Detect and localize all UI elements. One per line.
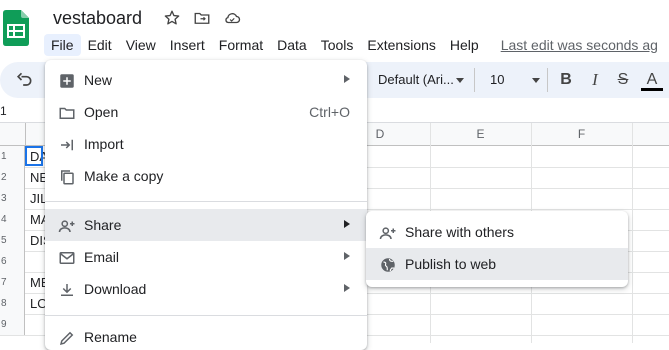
- plus-box-icon: [60, 74, 74, 88]
- sheets-logo-icon[interactable]: [3, 10, 29, 46]
- undo-icon[interactable]: [14, 70, 34, 90]
- last-edit-link[interactable]: Last edit was seconds ag: [501, 37, 658, 53]
- font-family-select[interactable]: Default (Ari...: [378, 72, 454, 87]
- menu-item-share-with-others[interactable]: Share with others: [366, 216, 628, 248]
- cell-a8[interactable]: LO: [30, 296, 45, 311]
- document-title[interactable]: vestaboard: [53, 8, 142, 29]
- row-header[interactable]: 1: [0, 146, 25, 167]
- cell-a4[interactable]: MA: [30, 212, 45, 227]
- menu-item-share[interactable]: Share: [45, 209, 367, 241]
- globe-icon: [381, 258, 395, 272]
- row-header[interactable]: 8: [0, 293, 25, 314]
- row-header[interactable]: 4: [0, 209, 25, 230]
- column-header-f[interactable]: F: [531, 123, 632, 145]
- menu-file[interactable]: File: [44, 34, 81, 56]
- copy-icon: [61, 170, 74, 185]
- mail-icon: [59, 252, 75, 264]
- text-color-swatch: [641, 88, 663, 91]
- menu-help[interactable]: Help: [443, 34, 486, 56]
- row-header[interactable]: 3: [0, 188, 25, 209]
- menu-view[interactable]: View: [119, 34, 163, 56]
- menu-divider: [45, 315, 367, 316]
- person-add-icon: [379, 227, 396, 240]
- cell-a5[interactable]: DIS: [30, 233, 45, 248]
- row-header[interactable]: 5: [0, 230, 25, 251]
- cell-a3[interactable]: JIL: [30, 191, 45, 206]
- menu-bar: File Edit View Insert Format Data Tools …: [44, 34, 658, 56]
- font-size-select[interactable]: 10: [490, 72, 504, 87]
- menu-item-label: Share with others: [405, 224, 514, 240]
- menu-edit[interactable]: Edit: [81, 34, 119, 56]
- menu-item-email[interactable]: Email: [45, 241, 367, 273]
- row-header[interactable]: 6: [0, 251, 25, 272]
- menu-item-rename[interactable]: Rename: [45, 321, 367, 350]
- menu-data[interactable]: Data: [270, 34, 314, 56]
- menu-item-label: Make a copy: [84, 168, 164, 184]
- file-menu: New Open Ctrl+O Import Make a copy Share…: [45, 60, 367, 350]
- submenu-arrow-icon: [344, 220, 350, 228]
- menu-item-label: Share: [84, 217, 122, 233]
- text-color-button[interactable]: A: [643, 70, 661, 90]
- menu-item-import[interactable]: Import: [45, 128, 367, 160]
- cell-a2[interactable]: NE: [30, 170, 45, 185]
- menu-item-label: Download: [84, 281, 147, 297]
- import-icon: [61, 139, 73, 151]
- folder-icon: [59, 107, 75, 119]
- menu-item-label: Publish to web: [405, 256, 497, 272]
- font-dropdown-arrow-icon[interactable]: [456, 78, 464, 83]
- column-gridline: [632, 123, 633, 343]
- move-folder-icon[interactable]: [193, 9, 211, 27]
- share-submenu: Share with others Publish to web: [366, 211, 628, 287]
- menu-format[interactable]: Format: [212, 34, 270, 56]
- submenu-arrow-icon: [344, 284, 350, 292]
- row-header[interactable]: 2: [0, 167, 25, 188]
- strikethrough-button[interactable]: S: [614, 70, 632, 90]
- menu-insert[interactable]: Insert: [163, 34, 212, 56]
- row-header[interactable]: 7: [0, 272, 25, 293]
- active-cell-outline: [25, 146, 43, 166]
- row-header[interactable]: 9: [0, 314, 25, 335]
- menu-item-new[interactable]: New: [45, 64, 367, 96]
- menu-item-label: Open: [84, 104, 119, 120]
- menu-item-download[interactable]: Download: [45, 273, 367, 305]
- select-all-corner[interactable]: [0, 123, 26, 145]
- menu-divider: [45, 201, 367, 202]
- download-icon: [61, 284, 73, 296]
- keyboard-shortcut: Ctrl+O: [309, 104, 350, 120]
- italic-button[interactable]: I: [586, 70, 604, 90]
- toolbar-divider: [474, 68, 475, 92]
- submenu-arrow-icon: [344, 252, 350, 260]
- menu-item-publish-to-web[interactable]: Publish to web: [366, 248, 628, 280]
- menu-item-open[interactable]: Open Ctrl+O: [45, 96, 367, 128]
- person-add-icon: [58, 220, 75, 233]
- font-size-dropdown-arrow-icon[interactable]: [532, 78, 540, 83]
- menu-item-make-a-copy[interactable]: Make a copy: [45, 160, 367, 192]
- menu-item-label: Email: [84, 249, 120, 265]
- menu-extensions[interactable]: Extensions: [360, 34, 442, 56]
- cloud-status-icon[interactable]: [223, 9, 241, 27]
- bold-button[interactable]: B: [557, 70, 575, 90]
- menu-item-label: New: [84, 72, 113, 88]
- cell-a7[interactable]: ME: [30, 275, 45, 290]
- menu-item-label: Import: [84, 136, 124, 152]
- pencil-icon: [59, 331, 74, 346]
- column-header-e[interactable]: E: [430, 123, 531, 145]
- star-icon[interactable]: [163, 9, 181, 27]
- toolbar-divider: [547, 68, 548, 92]
- submenu-arrow-icon: [344, 75, 350, 83]
- menu-tools[interactable]: Tools: [314, 34, 361, 56]
- name-box[interactable]: 1: [0, 104, 7, 118]
